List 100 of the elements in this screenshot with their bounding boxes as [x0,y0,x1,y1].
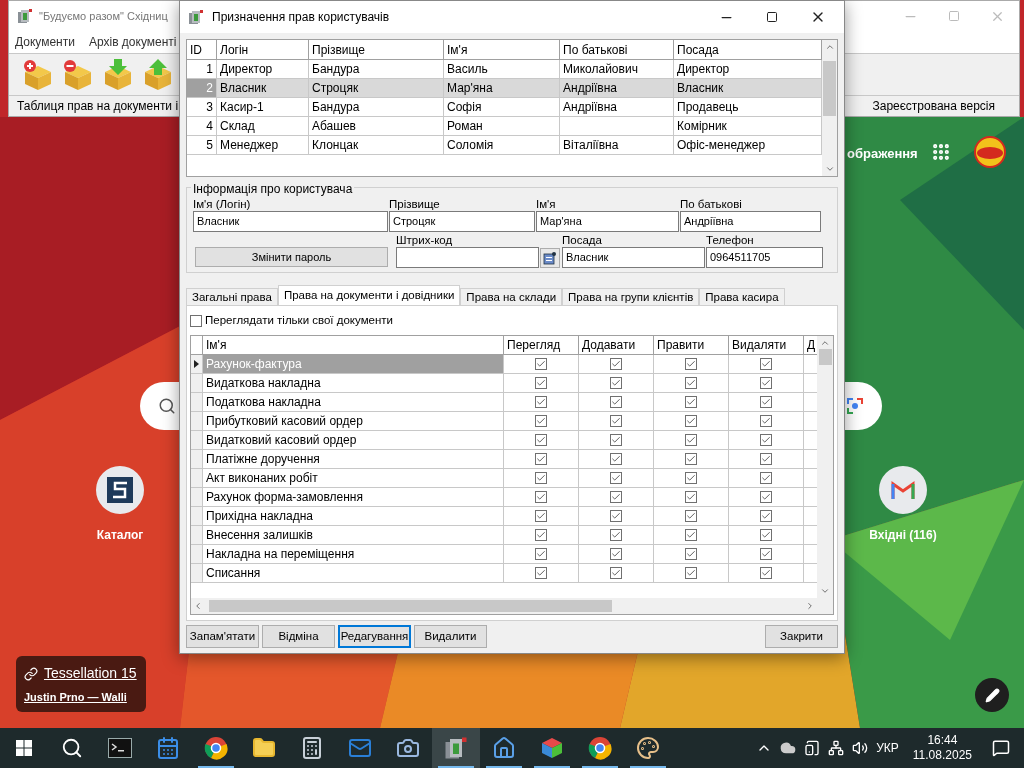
mail-icon[interactable] [348,736,372,760]
checkbox[interactable] [760,567,772,579]
network-icon[interactable] [828,740,845,756]
checkbox[interactable] [685,434,697,446]
checkbox[interactable] [760,396,772,408]
table-row[interactable]: 2 Власник Строцяк Мар'яна Андріївна Власник [187,79,822,98]
row-selector[interactable] [191,355,203,373]
checkbox[interactable] [535,491,547,503]
checkbox[interactable] [685,377,697,389]
images-link[interactable]: ображення [847,144,918,164]
checkbox[interactable] [535,472,547,484]
tab[interactable]: Права на групи клієнтів [562,288,700,306]
checkbox[interactable] [760,434,772,446]
close-button[interactable]: Закрити [765,625,838,648]
checkbox[interactable] [535,510,547,522]
browser-icon[interactable] [204,736,228,760]
tab[interactable]: Права касира [699,288,785,306]
input-field[interactable]: Власник [562,247,705,268]
input-field[interactable]: Строцяк [389,211,535,232]
vertical-scrollbar[interactable] [822,40,837,176]
checkbox[interactable] [685,358,697,370]
checkbox[interactable] [610,415,622,427]
scrollbar-thumb[interactable] [209,600,612,612]
checkbox[interactable] [760,415,772,427]
column-header[interactable]: По батькові [560,40,674,59]
checkbox[interactable] [535,434,547,446]
dialog-button[interactable]: Запам'ятати [186,625,259,648]
checkbox[interactable] [535,548,547,560]
taskbar-button[interactable] [432,728,480,768]
checkbox[interactable] [610,396,622,408]
checkbox[interactable] [610,491,622,503]
checkbox[interactable] [535,529,547,541]
checkbox[interactable] [535,358,547,370]
checkbox[interactable] [760,453,772,465]
table-row[interactable]: 5 Менеджер Клонцак Соломія Віталіївна Офіс-менеджер [187,136,822,155]
logo-icon[interactable] [974,136,1006,168]
input-field[interactable]: Власник [193,211,388,232]
scroll-up-icon[interactable] [820,338,830,348]
browser-icon[interactable] [588,736,612,760]
input-field[interactable] [396,247,539,268]
checkbox[interactable] [685,510,697,522]
checkbox[interactable] [535,415,547,427]
checkbox[interactable] [610,358,622,370]
checkbox[interactable] [685,472,697,484]
checkbox[interactable] [535,567,547,579]
terminal-icon[interactable] [108,738,132,758]
scrollbar-thumb[interactable] [818,349,832,365]
checkbox[interactable] [685,415,697,427]
checkbox[interactable] [535,396,547,408]
search-icon[interactable] [61,737,83,759]
checkbox[interactable] [610,567,622,579]
clock[interactable]: 16:44 11.08.2025 [906,733,978,763]
checkbox[interactable] [685,567,697,579]
input-field[interactable]: Мар'яна [536,211,679,232]
column-header[interactable]: Перегляд [504,336,579,354]
checkbox[interactable] [685,548,697,560]
dialog-button[interactable]: Редагування [338,625,411,648]
tab[interactable]: Права на документи і довідники [277,285,461,306]
table-row[interactable]: 4 Склад Абашев Роман Комірник [187,117,822,136]
column-header[interactable]: Ім'я [203,336,504,354]
checkbox[interactable] [760,491,772,503]
checkbox[interactable] [190,315,202,327]
palette-icon[interactable] [636,736,660,760]
vertical-scrollbar[interactable] [817,336,833,598]
column-header[interactable]: Правити [654,336,729,354]
checkbox[interactable] [610,472,622,484]
checkbox[interactable] [685,491,697,503]
checkbox[interactable] [760,472,772,484]
checkbox[interactable] [760,377,772,389]
menu-item[interactable]: Документи [15,33,75,51]
change-password-button[interactable]: Змінити пароль [195,247,388,267]
app-icon[interactable] [444,736,468,760]
table-row[interactable]: 1 Директор Бандура Василь Миколайович Директор [187,60,822,79]
scroll-up-icon[interactable] [824,42,835,52]
scroll-down-icon[interactable] [820,586,830,596]
volume-icon[interactable] [852,740,869,756]
column-header[interactable]: Логін [217,40,309,59]
checkbox[interactable] [685,529,697,541]
apps-grid-icon[interactable] [931,142,951,162]
scroll-down-icon[interactable] [824,164,835,174]
checkbox[interactable] [610,529,622,541]
input-field[interactable]: 0964511705 [706,247,823,268]
dialog-button[interactable]: Відміна [262,625,335,648]
column-header[interactable]: Додавати [579,336,654,354]
column-header[interactable]: Прізвище [309,40,444,59]
checkbox[interactable] [760,529,772,541]
checkbox[interactable] [610,548,622,560]
horizontal-scrollbar[interactable] [191,598,833,614]
barcode-settings-button[interactable] [540,248,560,268]
lens-icon[interactable] [846,397,864,415]
checkbox[interactable] [610,434,622,446]
notifications-icon[interactable] [992,739,1010,757]
column-header[interactable]: Видаляти [729,336,804,354]
checkbox[interactable] [535,453,547,465]
maximize-icon[interactable] [766,11,778,23]
column-header[interactable]: ID [187,40,217,59]
checkbox[interactable] [610,453,622,465]
checkbox[interactable] [610,377,622,389]
cloud-icon[interactable] [780,740,797,756]
table-row[interactable]: 3 Касир-1 Бандура Софія Андріївна Продавець [187,98,822,117]
